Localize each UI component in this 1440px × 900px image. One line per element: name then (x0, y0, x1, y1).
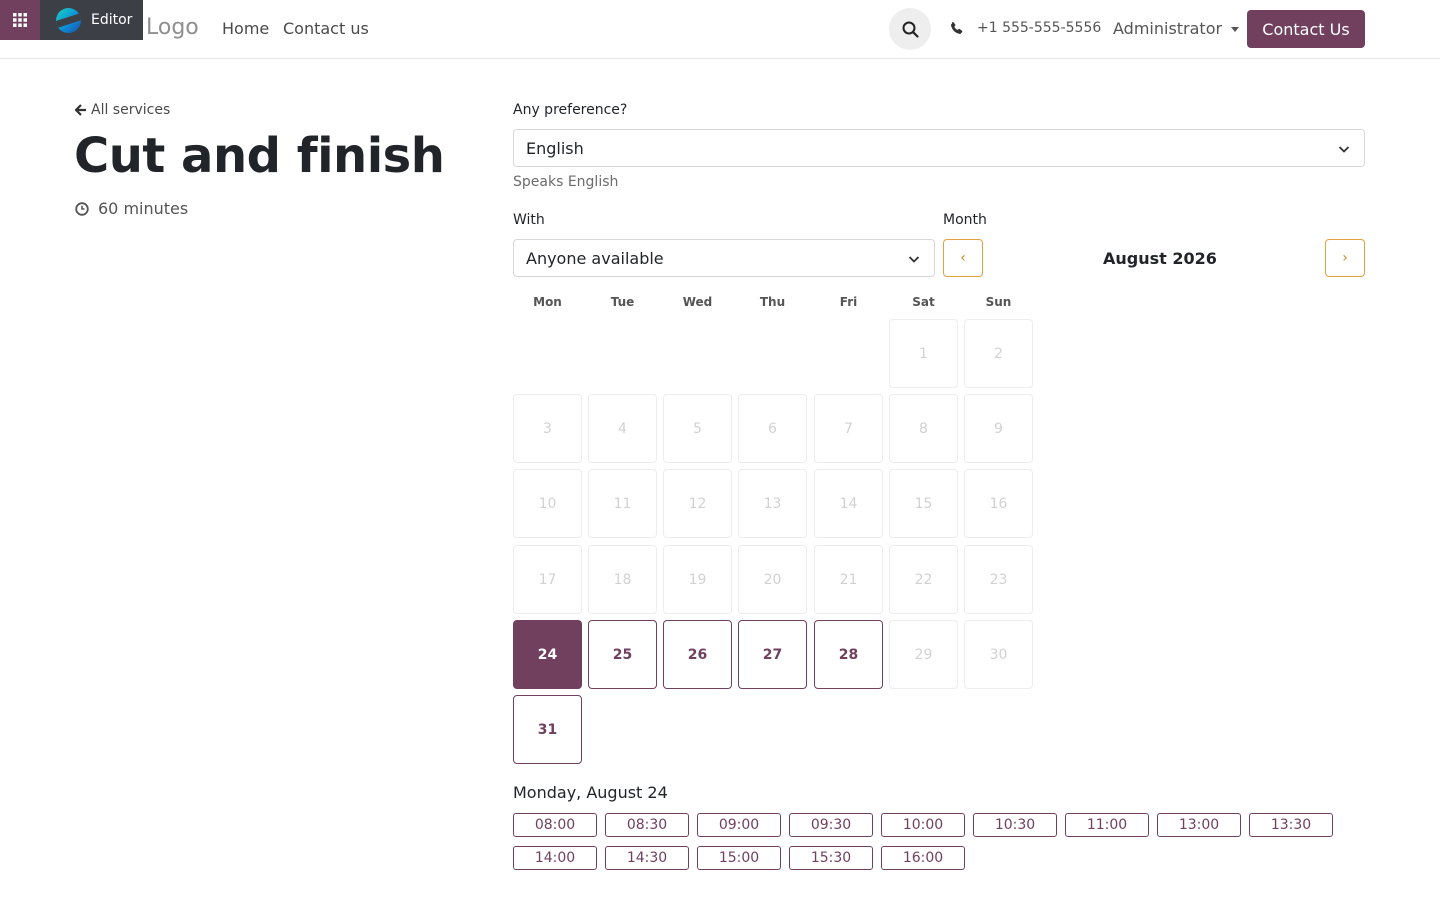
preference-hint: Speaks English (513, 174, 619, 190)
phone-icon (951, 21, 963, 34)
weekday-header: Tue (610, 295, 635, 309)
calendar-day-25[interactable]: 25 (588, 620, 657, 689)
site-logo[interactable]: Logo (146, 15, 199, 40)
calendar-day-17: 17 (513, 545, 582, 614)
time-slot-button[interactable]: 13:00 (1157, 813, 1241, 837)
month-label: Month (943, 212, 987, 228)
month-title: August 2026 (1103, 249, 1217, 268)
grid-icon (13, 13, 27, 27)
calendar-day-22: 22 (889, 545, 958, 614)
selected-date-heading: Monday, August 24 (513, 783, 668, 802)
calendar-day-27[interactable]: 27 (738, 620, 807, 689)
calendar-day-15: 15 (889, 469, 958, 538)
staff-value: Anyone available (526, 248, 664, 268)
calendar-day-29: 29 (889, 620, 958, 689)
caret-down-icon (1231, 27, 1240, 32)
calendar-day-14: 14 (814, 469, 883, 538)
calendar-day-10: 10 (513, 469, 582, 538)
arrow-left-icon (75, 104, 86, 116)
apps-menu-button[interactable] (0, 0, 40, 40)
search-icon (902, 21, 919, 38)
all-services-link[interactable]: All services (75, 102, 170, 118)
time-slot-button[interactable]: 10:00 (881, 813, 965, 837)
calendar-day-13: 13 (738, 469, 807, 538)
staff-select[interactable]: Anyone available (513, 239, 935, 277)
contact-us-button[interactable]: Contact Us (1247, 10, 1365, 48)
calendar-day-3: 3 (513, 394, 582, 463)
calendar-day-19: 19 (663, 545, 732, 614)
duration-text: 60 minutes (98, 199, 189, 218)
user-name: Administrator (1113, 19, 1223, 38)
calendar-day-31[interactable]: 31 (513, 695, 582, 764)
weekday-header: Mon (533, 295, 562, 309)
site-header: Editor Logo Home Contact us +1 555-555-5… (0, 0, 1440, 59)
preference-label: Any preference? (513, 102, 628, 118)
time-slot-button[interactable]: 09:00 (697, 813, 781, 837)
chevron-down-icon (908, 256, 920, 263)
with-label: With (513, 212, 545, 228)
editor-label: Editor (91, 12, 133, 28)
calendar-day-5: 5 (663, 394, 732, 463)
nav-contact-us[interactable]: Contact us (283, 19, 369, 38)
calendar-day-12: 12 (663, 469, 732, 538)
all-services-label: All services (91, 102, 171, 118)
time-slot-button[interactable]: 13:30 (1249, 813, 1333, 837)
calendar-day-21: 21 (814, 545, 883, 614)
time-slot-button[interactable]: 15:00 (697, 846, 781, 870)
time-slot-button[interactable]: 14:00 (513, 846, 597, 870)
weekday-header: Wed (682, 295, 713, 309)
time-slot-button[interactable]: 14:30 (605, 846, 689, 870)
calendar-day-1: 1 (889, 319, 958, 388)
calendar-day-30: 30 (964, 620, 1033, 689)
phone-link[interactable]: +1 555-555-5556 (949, 20, 1101, 36)
time-slot-button[interactable]: 10:30 (973, 813, 1057, 837)
preference-select[interactable]: English (513, 129, 1365, 167)
weekday-header: Fri (839, 295, 858, 309)
service-title: Cut and finish (74, 128, 445, 184)
weekday-header: Sat (912, 295, 935, 309)
next-month-button[interactable]: › (1325, 239, 1365, 277)
calendar-day-6: 6 (738, 394, 807, 463)
calendar-day-24[interactable]: 24 (513, 620, 582, 689)
preference-value: English (526, 138, 584, 158)
editor-logo-icon (56, 7, 81, 33)
weekday-header: Sun (985, 295, 1012, 309)
calendar-day-20: 20 (738, 545, 807, 614)
search-button[interactable] (889, 8, 931, 50)
calendar-day-23: 23 (964, 545, 1033, 614)
calendar-day-16: 16 (964, 469, 1033, 538)
clock-icon (75, 201, 89, 216)
prev-month-button[interactable]: ‹ (943, 239, 983, 277)
time-slot-button[interactable]: 16:00 (881, 846, 965, 870)
time-slot-button[interactable]: 15:30 (789, 846, 873, 870)
time-slot-button[interactable]: 09:30 (789, 813, 873, 837)
time-slot-button[interactable]: 08:30 (605, 813, 689, 837)
calendar-day-7: 7 (814, 394, 883, 463)
time-slot-button[interactable]: 11:00 (1065, 813, 1149, 837)
user-menu[interactable]: Administrator (1113, 19, 1240, 38)
calendar-day-11: 11 (588, 469, 657, 538)
phone-number: +1 555-555-5556 (977, 20, 1102, 36)
service-duration: 60 minutes (75, 199, 188, 218)
calendar-day-26[interactable]: 26 (663, 620, 732, 689)
nav-home[interactable]: Home (222, 19, 269, 38)
time-slot-button[interactable]: 08:00 (513, 813, 597, 837)
calendar-day-4: 4 (588, 394, 657, 463)
calendar-day-18: 18 (588, 545, 657, 614)
chevron-down-icon (1338, 146, 1350, 153)
calendar-day-9: 9 (964, 394, 1033, 463)
calendar-day-28[interactable]: 28 (814, 620, 883, 689)
editor-button[interactable]: Editor (40, 0, 143, 40)
weekday-header: Thu (759, 295, 786, 309)
calendar-day-2: 2 (964, 319, 1033, 388)
calendar-day-8: 8 (889, 394, 958, 463)
